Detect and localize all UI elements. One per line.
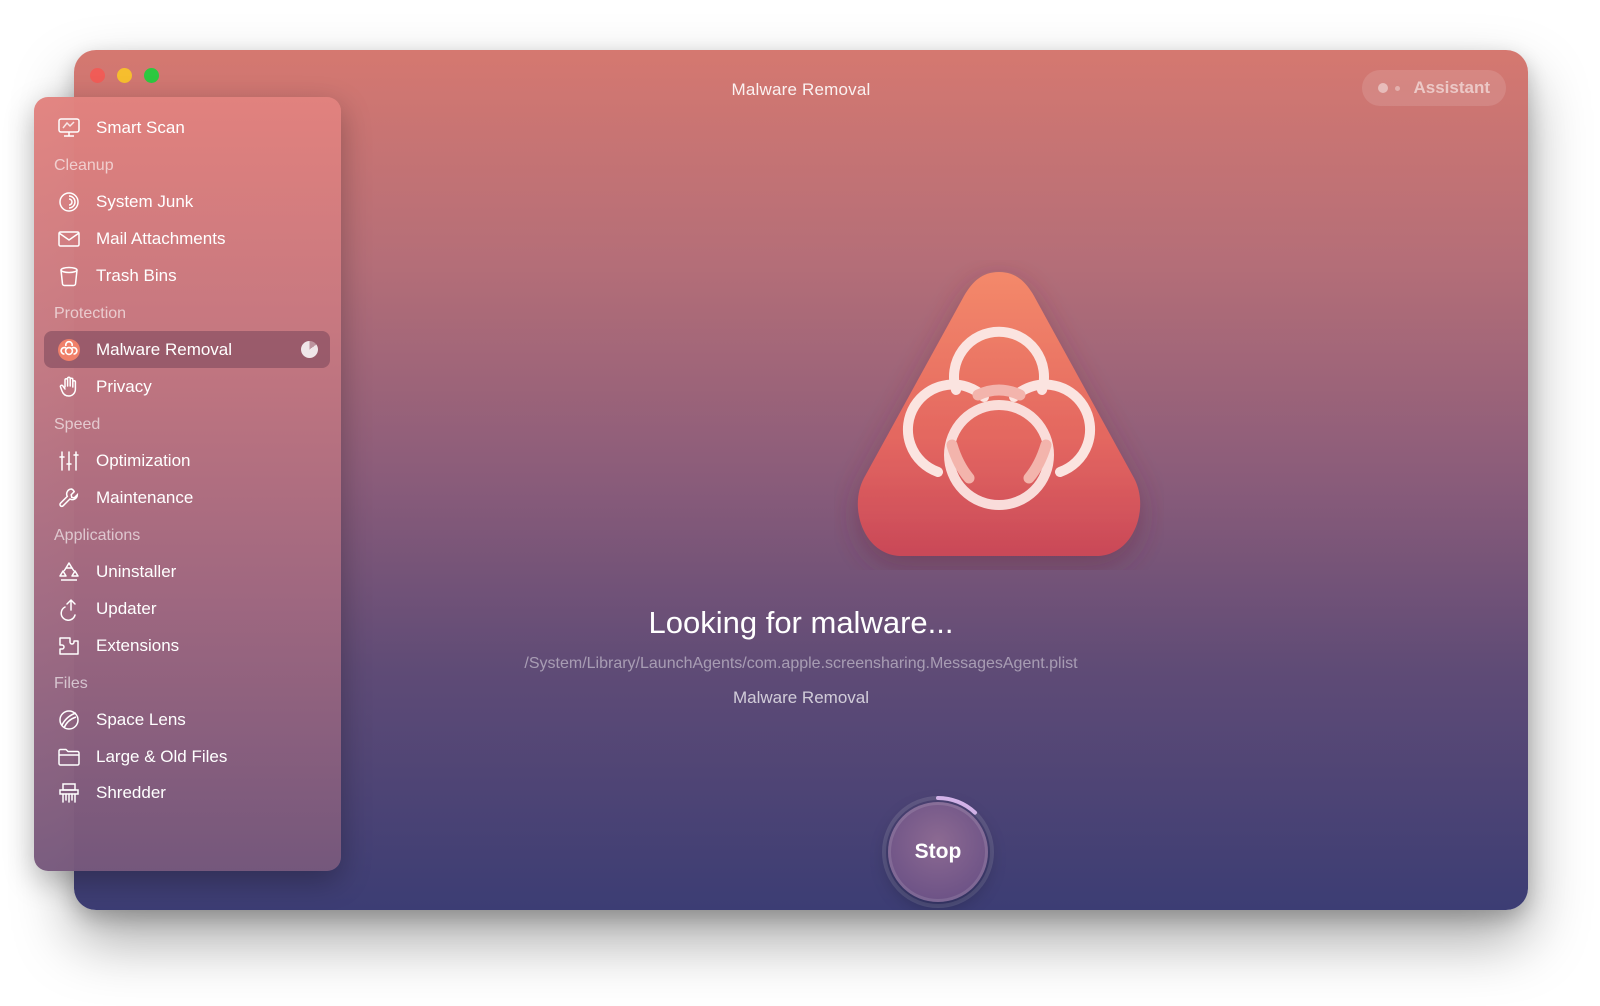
sidebar-item-extensions[interactable]: Extensions (44, 627, 330, 664)
sidebar-item-privacy[interactable]: Privacy (44, 368, 330, 405)
sidebar-item-updater[interactable]: Updater (44, 590, 330, 627)
sidebar: Smart Scan Cleanup System Junk Mail Atta… (34, 97, 341, 871)
section-speed: Speed (54, 416, 101, 433)
envelope-icon (56, 226, 82, 252)
sliders-icon (56, 448, 82, 474)
sidebar-item-label: Uninstaller (96, 561, 177, 581)
sidebar-item-label: Maintenance (96, 487, 194, 507)
sidebar-item-system-junk[interactable]: System Junk (44, 183, 330, 220)
scan-progress-pie-icon (301, 341, 318, 358)
section-protection: Protection (54, 305, 127, 322)
sidebar-item-label: Shredder (96, 782, 166, 802)
folder-icon (56, 744, 82, 770)
monitor-icon (56, 115, 82, 141)
uninstall-icon (56, 559, 82, 585)
sidebar-item-label: Extensions (96, 635, 180, 655)
sidebar-item-label: Space Lens (96, 709, 186, 729)
sidebar-item-label: Mail Attachments (96, 228, 226, 248)
sidebar-item-trash-bins[interactable]: Trash Bins (44, 257, 330, 294)
sidebar-item-large-old-files[interactable]: Large & Old Files (44, 738, 330, 775)
sidebar-item-label: Malware Removal (96, 339, 233, 359)
sidebar-item-uninstaller[interactable]: Uninstaller (44, 553, 330, 590)
wrench-icon (56, 485, 82, 511)
sidebar-item-smart-scan[interactable]: Smart Scan (44, 109, 330, 146)
sidebar-item-label: Updater (96, 598, 157, 618)
lens-icon (56, 707, 82, 733)
puzzle-icon (56, 633, 82, 659)
sidebar-item-shredder[interactable]: Shredder (44, 774, 330, 811)
sidebar-item-label: Smart Scan (96, 117, 185, 137)
sidebar-item-malware-removal[interactable]: Malware Removal (44, 331, 330, 368)
assistant-button[interactable]: Assistant (1362, 70, 1506, 106)
sidebar-item-optimization[interactable]: Optimization (44, 442, 330, 479)
update-arrow-icon (56, 596, 82, 622)
assistant-indicator-small-icon (1395, 86, 1400, 91)
hand-icon (56, 374, 82, 400)
shredder-icon (56, 780, 82, 806)
sidebar-item-mail-attachments[interactable]: Mail Attachments (44, 220, 330, 257)
assistant-label: Assistant (1413, 78, 1490, 97)
assistant-indicator-icon (1378, 83, 1388, 93)
biohazard-icon (56, 337, 82, 363)
section-cleanup: Cleanup (54, 157, 114, 174)
sidebar-item-space-lens[interactable]: Space Lens (44, 701, 330, 738)
sidebar-item-label: Large & Old Files (96, 746, 228, 766)
sidebar-item-label: Optimization (96, 450, 191, 470)
trash-icon (56, 263, 82, 289)
stop-control: Stop (880, 794, 996, 910)
sidebar-item-label: Privacy (96, 376, 152, 396)
section-applications: Applications (54, 527, 141, 544)
section-files: Files (54, 675, 88, 692)
swirl-icon (56, 189, 82, 215)
biohazard-hero-icon (857, 272, 1141, 556)
sidebar-item-maintenance[interactable]: Maintenance (44, 479, 330, 516)
sidebar-item-label: Trash Bins (96, 265, 177, 285)
sidebar-item-label: System Junk (96, 191, 194, 211)
stop-button[interactable]: Stop (888, 802, 988, 902)
